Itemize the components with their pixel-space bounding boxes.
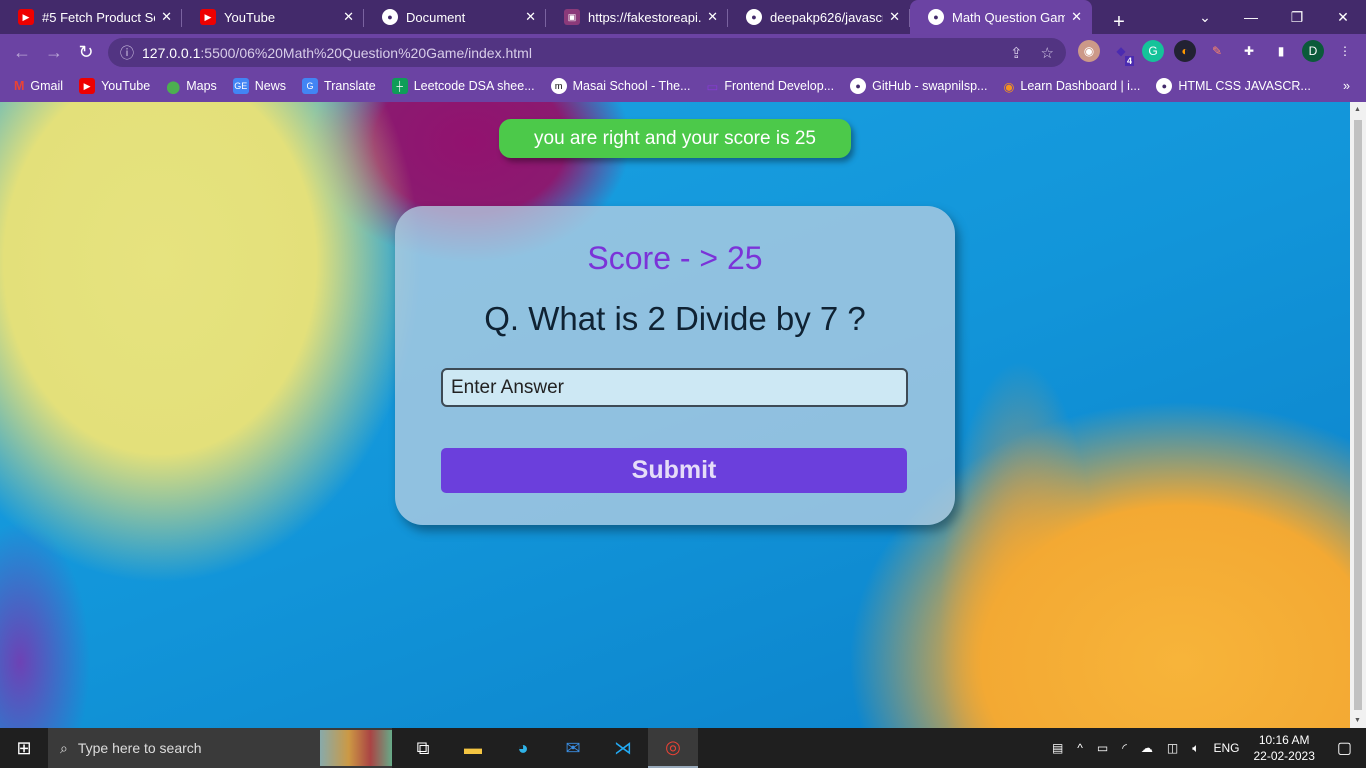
translate-icon: G xyxy=(302,78,319,94)
close-tab-icon[interactable]: ✕ xyxy=(1071,9,1082,25)
globe-icon: ● xyxy=(382,9,398,25)
tab[interactable]: ▶#5 Fetch Product Sear✕ xyxy=(0,0,182,34)
question-text: Q. What is 2 Divide by 7 ? xyxy=(484,300,866,337)
windows-start-icon[interactable]: ⊞ xyxy=(0,738,48,759)
menu-icon[interactable]: ⋮ xyxy=(1334,40,1356,62)
forward-button[interactable]: → xyxy=(38,42,70,63)
youtube-icon: ▶ xyxy=(18,9,34,25)
extension-icon[interactable]: ◉ xyxy=(1078,40,1100,62)
bookmarks-bar: M Gmail ▶ YouTube ⬤ Maps GE News G Translate … xyxy=(0,70,1366,102)
more-bookmarks-button[interactable]: » xyxy=(1343,79,1366,93)
api-icon: ▣ xyxy=(564,9,580,25)
reload-button[interactable]: ↻ xyxy=(70,42,102,63)
task-view-icon[interactable]: ⧉ xyxy=(398,728,448,768)
tab-search-icon[interactable]: ⌄ xyxy=(1182,9,1228,26)
tab[interactable]: ● Document ✕ xyxy=(364,0,546,34)
profile-avatar[interactable]: D xyxy=(1302,40,1324,62)
onedrive-icon[interactable]: ☁ xyxy=(1141,741,1153,755)
tab-strip: ▶#5 Fetch Product Sear✕ ▶YouTube✕ ●Docum… xyxy=(0,0,1366,34)
bookmark[interactable]: ● GitHub - swapnilsp... xyxy=(850,78,987,94)
bookmark[interactable]: ▭ Frontend Develop... xyxy=(707,79,835,94)
sheets-icon: ┼ xyxy=(391,78,408,94)
bookmark[interactable]: ◉ Learn Dashboard | i... xyxy=(1003,79,1140,94)
search-icon: ⌕ xyxy=(60,739,68,756)
color-picker-icon[interactable]: ✎ xyxy=(1206,40,1228,62)
score-display: Score - > 25 xyxy=(587,240,763,276)
edge-icon[interactable]: ◕ xyxy=(498,728,548,768)
close-tab-icon[interactable]: ✕ xyxy=(525,9,536,25)
language-indicator[interactable]: ENG xyxy=(1213,741,1239,755)
bookmark[interactable]: G Translate xyxy=(302,78,376,94)
tab-active[interactable]: ● Math Question Game ✕ xyxy=(910,0,1092,34)
close-tab-icon[interactable]: ✕ xyxy=(707,9,718,25)
address-bar[interactable]: ⓘ 127.0.0.1:5500/06%20Math%20Question%20… xyxy=(108,38,1066,67)
volume-icon[interactable]: 🔈︎ xyxy=(1192,741,1199,756)
youtube-icon: ▶ xyxy=(200,9,216,25)
wifi-icon[interactable]: ◜ xyxy=(1122,741,1127,755)
page-viewport: you are right and your score is 25 Score… xyxy=(0,102,1350,728)
bookmark[interactable]: ┼ Leetcode DSA shee... xyxy=(391,78,535,94)
bookmark[interactable]: ● HTML CSS JAVASCR... xyxy=(1156,78,1311,94)
vscode-icon[interactable]: ⋊ xyxy=(598,728,648,768)
scrollbar[interactable]: ▲ ▼ xyxy=(1350,102,1366,728)
bookmark[interactable]: ⬤ Maps xyxy=(166,79,217,94)
file-explorer-icon[interactable]: ▬ xyxy=(448,728,498,768)
grammarly-icon[interactable]: G xyxy=(1142,40,1164,62)
result-toast: you are right and your score is 25 xyxy=(499,119,851,158)
bookmark[interactable]: ▶ YouTube xyxy=(79,78,150,94)
quiz-card: Score - > 25 Q. What is 2 Divide by 7 ? … xyxy=(395,206,955,525)
side-panel-icon[interactable]: ▮ xyxy=(1270,40,1292,62)
camera-icon[interactable]: ◫ xyxy=(1167,741,1178,755)
info-icon[interactable]: ⓘ xyxy=(120,43,134,63)
bookmark[interactable]: M Gmail xyxy=(14,79,63,93)
new-tab-button[interactable]: + xyxy=(1104,11,1134,34)
gmail-icon: M xyxy=(14,79,25,93)
share-icon[interactable]: ⇪ xyxy=(1010,44,1023,62)
extension-icon[interactable]: ◐ xyxy=(1174,40,1196,62)
maps-icon: ⬤ xyxy=(166,79,181,94)
restore-button[interactable]: ❐ xyxy=(1274,9,1320,26)
learn-icon: ◉ xyxy=(1003,79,1015,94)
show-hidden-icons[interactable]: ^ xyxy=(1077,741,1083,755)
bookmark[interactable]: m Masai School - The... xyxy=(550,78,691,94)
tab[interactable]: ▣https://fakestoreapi.cc✕ xyxy=(546,0,728,34)
extensions-puzzle-icon[interactable]: ✚ xyxy=(1238,40,1260,62)
news-icon: GE xyxy=(232,78,249,94)
frontend-icon: ▭ xyxy=(706,79,719,94)
minimize-button[interactable]: — xyxy=(1228,9,1274,25)
battery-icon[interactable]: ▭ xyxy=(1097,741,1108,755)
submit-button[interactable]: Submit xyxy=(441,448,907,493)
close-tab-icon[interactable]: ✕ xyxy=(161,9,172,25)
chrome-icon[interactable]: ◎ xyxy=(648,728,698,768)
taskbar: ⊞ ⌕ Type here to search ⧉ ▬ ◕ ✉ ⋊ ◎ ▤ ^ ▭… xyxy=(0,728,1366,768)
close-tab-icon[interactable]: ✕ xyxy=(343,9,354,25)
close-tab-icon[interactable]: ✕ xyxy=(889,9,900,25)
bookmark-star-icon[interactable]: ☆ xyxy=(1041,44,1054,62)
globe-icon: ● xyxy=(928,9,944,25)
youtube-icon: ▶ xyxy=(79,78,96,94)
browser-toolbar: ← → ↻ ⓘ 127.0.0.1:5500/06%20Math%20Quest… xyxy=(0,34,1366,70)
bookmark[interactable]: GE News xyxy=(232,78,286,94)
close-window-button[interactable]: ✕ xyxy=(1320,9,1366,26)
github-icon: ● xyxy=(850,78,867,94)
taskbar-search[interactable]: ⌕ Type here to search xyxy=(48,728,392,768)
scrollbar-thumb[interactable] xyxy=(1354,120,1362,710)
mail-icon[interactable]: ✉ xyxy=(548,728,598,768)
github-icon: ● xyxy=(746,9,762,25)
search-highlight-image xyxy=(320,730,392,766)
news-widget-icon[interactable]: ▤ xyxy=(1052,741,1063,755)
tab[interactable]: ▶ YouTube ✕ xyxy=(182,0,364,34)
back-button[interactable]: ← xyxy=(6,42,38,63)
tab[interactable]: ●deepakp626/javascript✕ xyxy=(728,0,910,34)
globe-icon: ● xyxy=(1156,78,1173,94)
clock[interactable]: 10:16 AM 22-02-2023 xyxy=(1253,732,1314,764)
answer-input[interactable] xyxy=(441,368,908,407)
masai-icon: m xyxy=(550,78,567,94)
notifications-icon[interactable]: ▢ xyxy=(1337,738,1352,758)
extension-icon[interactable]: ◆ 4 xyxy=(1110,40,1134,66)
